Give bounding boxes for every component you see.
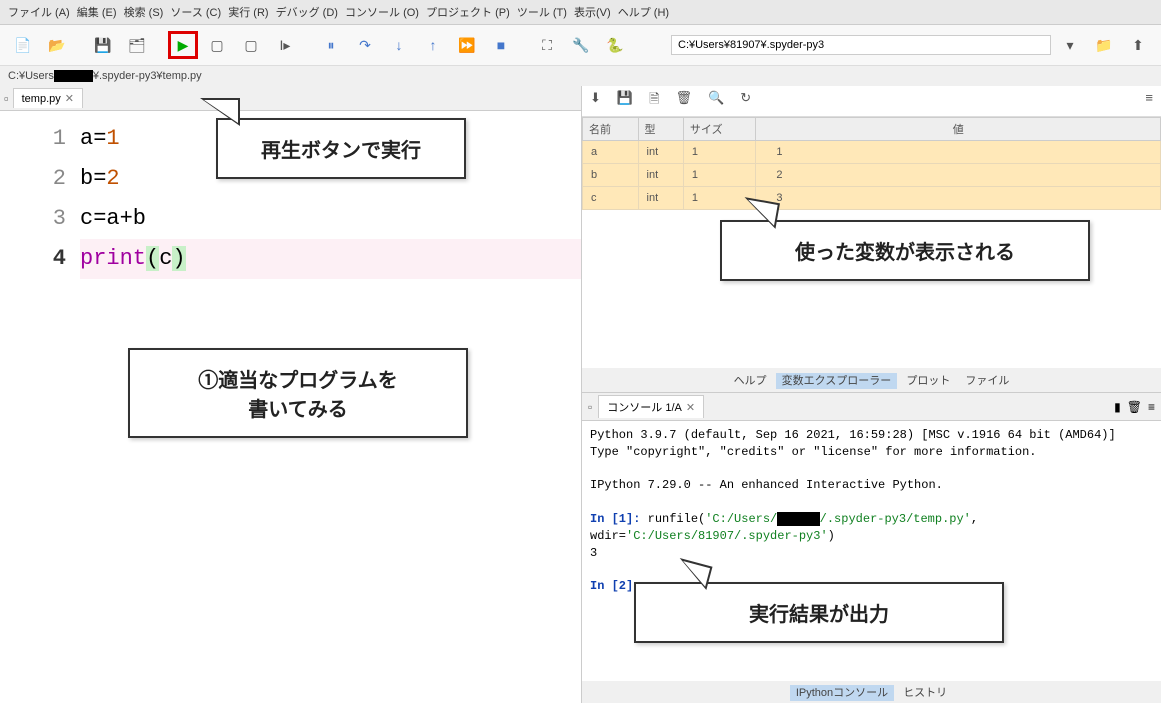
menu-edit[interactable]: 編集 (E) <box>77 7 117 19</box>
save-icon[interactable]: 💾 <box>88 31 118 59</box>
console-pane: ▫ コンソール 1/A ✕ ▮ 🗑 ≡ Python 3.9.7 (defaul… <box>582 393 1161 703</box>
table-row[interactable]: aint11 <box>583 141 1161 164</box>
run-button[interactable]: ▶ <box>168 31 198 59</box>
right-pane-tabs: ヘルプ 変数エクスプローラー プロット ファイル <box>582 368 1161 392</box>
parent-dir-icon[interactable]: ⬆ <box>1123 31 1153 59</box>
interrupt-icon[interactable]: ▮ <box>1114 400 1121 414</box>
refresh-icon[interactable]: ↻ <box>740 90 751 112</box>
editor-tab-bar: ▫ temp.py ✕ <box>0 86 581 111</box>
console-browse-icon[interactable]: ▫ <box>588 400 592 414</box>
debug-icon[interactable]: ⏸ <box>316 31 346 59</box>
save-all-icon[interactable]: 🗂 <box>122 31 152 59</box>
preferences-icon[interactable]: 🔧 <box>566 31 596 59</box>
menu-view[interactable]: 表示(V) <box>574 7 611 19</box>
step-out-icon[interactable]: ↑ <box>418 31 448 59</box>
run-cell-advance-icon[interactable]: ▢ <box>236 31 266 59</box>
stop-debug-icon[interactable]: ■ <box>486 31 516 59</box>
menu-run[interactable]: 実行 (R) <box>228 7 268 19</box>
main-toolbar: 📄 📂 💾 🗂 ▶ ▢ ▢ I▸ ⏸ ↷ ↓ ↑ ⏩ ■ ⛶ 🔧 🐍 ▾ 📁 ⬆ <box>0 25 1161 66</box>
import-icon[interactable]: ⬇ <box>590 90 601 112</box>
table-row[interactable]: cint13 <box>583 187 1161 210</box>
menu-debug[interactable]: デバッグ (D) <box>276 7 338 19</box>
tab-history[interactable]: ヒストリ <box>897 685 953 701</box>
run-selection-icon[interactable]: I▸ <box>270 31 300 59</box>
col-type[interactable]: 型 <box>638 118 683 141</box>
search-var-icon[interactable]: 🔍 <box>708 90 724 112</box>
tab-variable-explorer[interactable]: 変数エクスプローラー <box>776 373 898 389</box>
col-size[interactable]: サイズ <box>683 118 755 141</box>
run-cell-icon[interactable]: ▢ <box>202 31 232 59</box>
menubar: ファイル (A) 編集 (E) 検索 (S) ソース (C) 実行 (R) デバ… <box>0 0 1161 25</box>
close-console-icon[interactable]: ✕ <box>686 401 695 414</box>
callout-run: 再生ボタンで実行 <box>216 118 466 179</box>
col-value[interactable]: 値 <box>756 118 1161 141</box>
menu-file[interactable]: ファイル (A) <box>8 7 70 19</box>
col-name[interactable]: 名前 <box>583 118 639 141</box>
console-tab[interactable]: コンソール 1/A ✕ <box>598 395 704 418</box>
delete-var-icon[interactable]: 🗑 <box>676 90 693 112</box>
step-over-icon[interactable]: ↷ <box>350 31 380 59</box>
close-tab-icon[interactable]: ✕ <box>65 92 74 105</box>
menu-tools[interactable]: ツール (T) <box>517 7 567 19</box>
browse-dir-icon[interactable]: 📁 <box>1089 31 1119 59</box>
file-browser-icon[interactable]: ▫ <box>4 91 9 106</box>
new-file-icon[interactable]: 📄 <box>8 31 38 59</box>
menu-search[interactable]: 検索 (S) <box>124 7 164 19</box>
continue-icon[interactable]: ⏩ <box>452 31 482 59</box>
working-dir-input[interactable] <box>671 35 1051 55</box>
save-vars-icon[interactable]: 💾 <box>617 90 633 112</box>
menu-console[interactable]: コンソール (O) <box>345 7 419 19</box>
callout-variables: 使った変数が表示される <box>720 220 1090 281</box>
editor-tab[interactable]: temp.py ✕ <box>13 88 83 108</box>
callout-output: 実行結果が出力 <box>634 582 1004 643</box>
open-folder-icon[interactable]: 📂 <box>42 31 72 59</box>
tab-plots[interactable]: プロット <box>900 373 956 389</box>
options-icon[interactable]: ≡ <box>1145 90 1153 112</box>
table-row[interactable]: bint12 <box>583 164 1161 187</box>
redacted: xx <box>777 512 819 526</box>
breadcrumb-suffix: ¥.spyder-py3¥temp.py <box>93 70 202 82</box>
menu-source[interactable]: ソース (C) <box>170 7 221 19</box>
console-bottom-tabs: IPythonコンソール ヒストリ <box>582 681 1161 703</box>
callout-write-program: ①適当なプログラムを 書いてみる <box>128 348 468 438</box>
tab-ipython[interactable]: IPythonコンソール <box>790 685 894 701</box>
python-path-icon[interactable]: 🐍 <box>600 31 630 59</box>
var-toolbar: ⬇ 💾 🗎 🗑 🔍 ↻ ≡ <box>582 86 1161 117</box>
maximize-icon[interactable]: ⛶ <box>532 31 562 59</box>
console-options-icon[interactable]: ≡ <box>1148 400 1155 414</box>
line-gutter: 1 2 3 4 <box>0 119 80 703</box>
breadcrumb-prefix: C:¥Users <box>8 70 54 82</box>
step-into-icon[interactable]: ↓ <box>384 31 414 59</box>
tab-label: temp.py <box>22 93 61 105</box>
menu-help[interactable]: ヘルプ (H) <box>618 7 669 19</box>
menu-project[interactable]: プロジェクト (P) <box>426 7 510 19</box>
variable-table[interactable]: 名前 型 サイズ 値 aint11 bint12 cint13 <box>582 117 1161 210</box>
redacted-user: xx <box>54 70 93 82</box>
tab-files[interactable]: ファイル <box>959 373 1015 389</box>
clear-console-icon[interactable]: 🗑 <box>1127 400 1142 414</box>
save-as-icon[interactable]: 🗎 <box>649 90 659 112</box>
tab-help[interactable]: ヘルプ <box>728 373 773 389</box>
console-tab-label: コンソール 1/A <box>607 399 682 415</box>
breadcrumb: C:¥Usersxx¥.spyder-py3¥temp.py <box>0 66 1161 86</box>
console-toolbar: ▫ コンソール 1/A ✕ ▮ 🗑 ≡ <box>582 393 1161 421</box>
dir-dropdown-icon[interactable]: ▾ <box>1055 31 1085 59</box>
